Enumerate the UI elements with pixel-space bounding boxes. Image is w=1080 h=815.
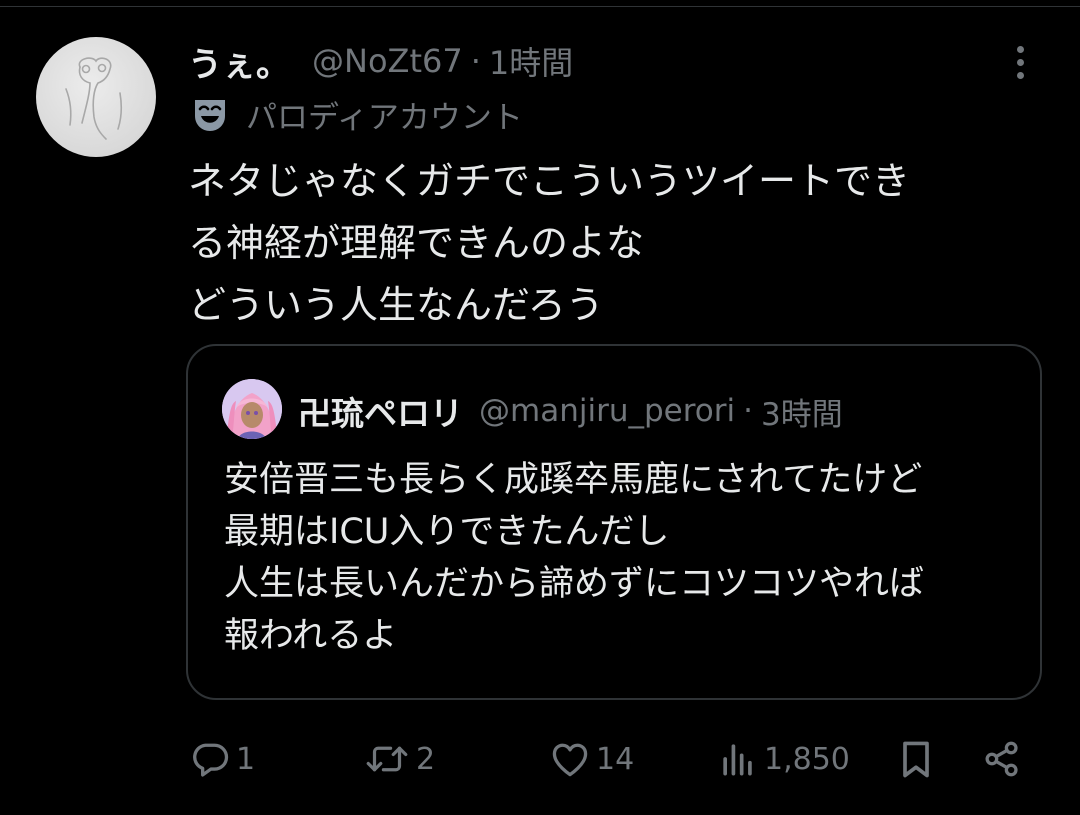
retweet-button[interactable]: 2 [362, 733, 435, 785]
bookmark-button[interactable] [894, 733, 938, 785]
reply-count: 1 [236, 741, 256, 777]
view-count: 1,850 [764, 741, 850, 777]
heart-icon [552, 743, 588, 777]
quoted-tweet-card[interactable]: 卍琉ペロリ @manjiru_perori · 3時間 安倍晋三も長らく成蹊卒馬… [186, 344, 1042, 700]
quoted-text-line: 報われるよ [224, 616, 398, 656]
quoted-author-display-name[interactable]: 卍琉ペロリ [298, 387, 463, 435]
parody-account-label: パロディアカウント [190, 92, 523, 136]
more-vertical-icon-dot [1016, 58, 1024, 66]
more-options-button[interactable] [1004, 40, 1036, 84]
like-count: 14 [596, 741, 635, 777]
bar-chart-icon [723, 744, 752, 776]
tweet-text: ネタじゃなくガチでこういうツイートでき る神経が理解できんのよな どういう人生な… [188, 150, 1038, 336]
bookmark-icon [903, 741, 929, 778]
retweet-icon [366, 746, 408, 772]
quoted-tweet-header: 卍琉ペロリ @manjiru_perori · 3時間 [298, 388, 843, 434]
quoted-text-line: 安倍晋三も長らく成蹊卒馬鹿にされてたけど [224, 460, 923, 500]
tweet-text-line: る神経が理解できんのよな [188, 221, 645, 265]
tweet-header: うぇ。 @NoZt67 · 1時間 [188, 37, 573, 86]
share-button[interactable] [980, 733, 1024, 785]
quoted-text-line: 人生は長いんだから諦めずにコツコツやれば [224, 564, 925, 604]
tweet-text-line: ネタじゃなくガチでこういうツイートでき [188, 159, 911, 203]
header-separator: · [470, 42, 481, 80]
tweet-text-line: どういう人生なんだろう [188, 283, 604, 327]
more-vertical-icon [1016, 45, 1024, 53]
reply-button[interactable]: 1 [188, 733, 255, 785]
tweet-timestamp[interactable]: 1時間 [489, 38, 573, 84]
quoted-tweet-timestamp[interactable]: 3時間 [761, 389, 843, 434]
quoted-author-handle[interactable]: @manjiru_perori [479, 393, 735, 429]
share-icon [985, 741, 1018, 777]
views-button[interactable]: 1,850 [716, 733, 850, 785]
quoted-header-separator: · [743, 393, 753, 429]
tweet-action-bar: 1 2 14 1,850 [0, 733, 1080, 785]
quoted-tweet-text: 安倍晋三も長らく成蹊卒馬鹿にされてたけど 最期はICU入りできたんだし 人生は長… [224, 454, 1024, 662]
avatar-doodle [65, 57, 123, 140]
quoted-author-avatar[interactable] [222, 379, 282, 439]
anime-avatar-image [222, 379, 282, 439]
theater-mask-icon [195, 100, 225, 131]
author-display-name[interactable]: うぇ。 [188, 37, 290, 86]
reply-bubble-icon [193, 743, 229, 777]
like-button[interactable]: 14 [548, 733, 634, 785]
top-divider [0, 6, 1080, 7]
quoted-text-line: 最期はICU入りできたんだし [224, 512, 670, 552]
author-handle[interactable]: @NoZt67 [312, 42, 463, 80]
more-vertical-icon-dot [1016, 71, 1024, 79]
parody-label-text: パロディアカウント [246, 99, 523, 136]
retweet-count: 2 [416, 741, 436, 777]
avatar[interactable] [36, 37, 156, 157]
